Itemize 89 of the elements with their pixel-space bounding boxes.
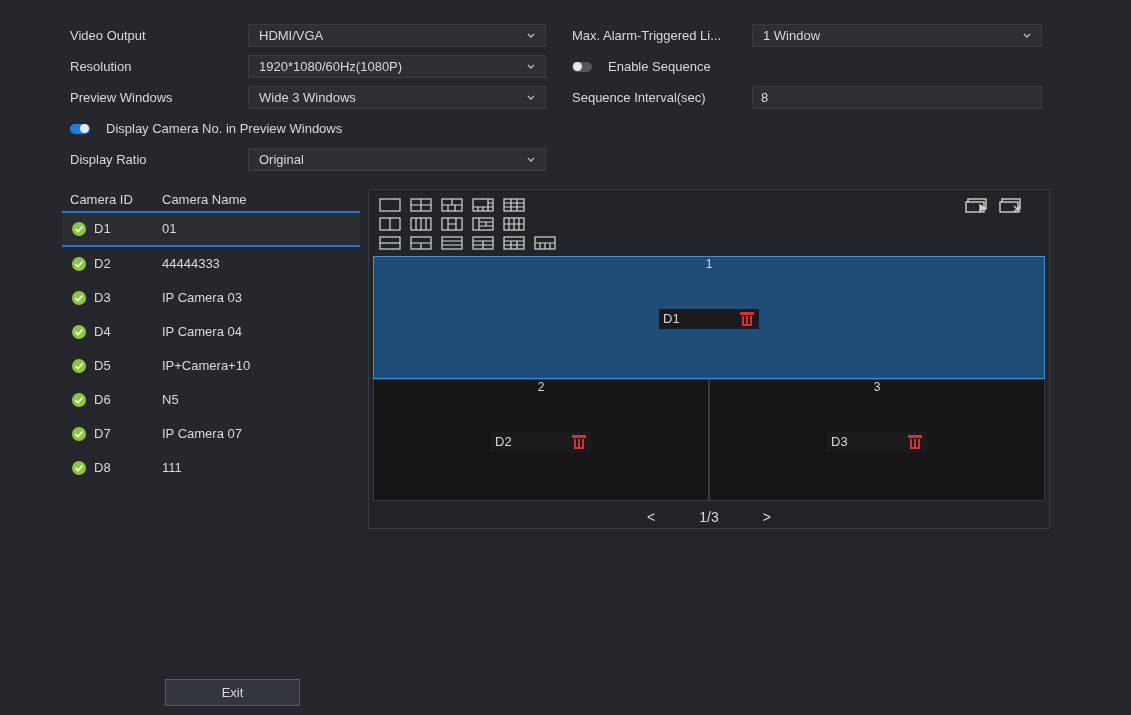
camera-row[interactable]: D4 IP Camera 04	[62, 315, 360, 349]
camera-row[interactable]: D2 44444333	[62, 247, 360, 281]
trash-icon[interactable]	[571, 434, 587, 449]
trash-icon[interactable]	[739, 312, 755, 326]
layout-grid-icon[interactable]	[410, 198, 432, 212]
layout-grid-icon[interactable]	[472, 217, 494, 231]
field-label: Preview Windows	[70, 88, 174, 107]
camera-name: IP Camera 03	[162, 289, 242, 308]
layout-grid-icon[interactable]	[441, 217, 463, 231]
field-label: Resolution	[70, 57, 133, 76]
camera-id: D3	[831, 432, 848, 451]
previous-page-button[interactable]: <	[643, 507, 660, 528]
chevron-down-icon	[1023, 33, 1031, 38]
camera-id: D8	[94, 459, 111, 478]
check-circle-icon	[72, 427, 86, 441]
check-circle-icon	[72, 461, 86, 475]
play-windows-icon[interactable]	[965, 198, 989, 213]
layout-grid-icon[interactable]	[410, 236, 432, 250]
camera-name: IP Camera 07	[162, 425, 242, 444]
layout-grid-icon[interactable]	[410, 217, 432, 231]
field-label: Display Ratio	[70, 150, 148, 169]
toggle-switch[interactable]	[70, 123, 90, 134]
window-number: 2	[537, 379, 545, 394]
field-label: Sequence Interval(sec)	[572, 88, 707, 107]
trash-icon[interactable]	[907, 434, 923, 449]
preview-window[interactable]: 2 D2	[373, 378, 709, 501]
column-header: Camera Name	[162, 191, 247, 210]
layout-grid-icon[interactable]	[534, 236, 556, 250]
layout-grid-icon[interactable]	[503, 236, 525, 250]
camera-id: D3	[94, 289, 111, 308]
camera-id: D5	[94, 357, 111, 376]
camera-row[interactable]: D5 IP+Camera+10	[62, 349, 360, 383]
layout-grid-icon[interactable]	[441, 198, 463, 212]
camera-id: D2	[495, 432, 512, 451]
check-circle-icon	[72, 359, 86, 373]
field-label: Max. Alarm-Triggered Li...	[572, 26, 723, 45]
camera-name: 44444333	[162, 255, 220, 274]
check-circle-icon	[72, 257, 86, 271]
page-indicator: 1/3	[699, 508, 719, 527]
camera-id: D1	[94, 220, 111, 239]
toggle-label: Display Camera No. in Preview Windows	[106, 119, 343, 138]
chevron-down-icon	[527, 33, 535, 38]
toggle-switch[interactable]	[572, 61, 592, 72]
check-circle-icon	[72, 325, 86, 339]
field-label: Video Output	[70, 26, 147, 45]
camera-name: 01	[162, 220, 177, 239]
dropdown[interactable]: 1 Window	[752, 24, 1042, 47]
check-circle-icon	[72, 222, 86, 236]
close-windows-icon[interactable]	[999, 198, 1023, 213]
preview-window[interactable]: 1 D1	[373, 256, 1045, 379]
chevron-down-icon	[527, 95, 535, 100]
toggle-label: Enable Sequence	[608, 57, 711, 76]
camera-row[interactable]: D7 IP Camera 07	[62, 417, 360, 451]
layout-grid-icon[interactable]	[379, 236, 401, 250]
chevron-down-icon	[527, 157, 535, 162]
layout-grid-icon[interactable]	[379, 217, 401, 231]
camera-id: D7	[94, 425, 111, 444]
window-number: 3	[873, 379, 881, 394]
input-field[interactable]: 8	[752, 86, 1042, 109]
camera-id: D1	[663, 310, 680, 329]
camera-row[interactable]: D8 111	[62, 451, 360, 485]
column-header: Camera ID	[69, 191, 134, 210]
next-page-button[interactable]: >	[758, 507, 775, 528]
preview-window[interactable]: 3 D3	[709, 378, 1045, 501]
layout-grid-icon[interactable]	[472, 236, 494, 250]
camera-row[interactable]: D3 IP Camera 03	[62, 281, 360, 315]
dropdown[interactable]: 1920*1080/60Hz(1080P)	[248, 55, 546, 78]
camera-id: D6	[94, 391, 111, 410]
layout-grid-icon[interactable]	[472, 198, 494, 212]
camera-name: N5	[162, 391, 179, 410]
dropdown[interactable]: HDMI/VGA	[248, 24, 546, 47]
layout-grid-icon[interactable]	[503, 198, 525, 212]
camera-name: 111	[162, 459, 182, 478]
camera-id: D4	[94, 323, 111, 342]
camera-id: D2	[94, 255, 111, 274]
layout-grid-icon[interactable]	[379, 198, 401, 212]
exit-button[interactable]: Exit	[165, 679, 300, 706]
camera-name: IP+Camera+10	[162, 357, 251, 376]
chevron-down-icon	[527, 64, 535, 69]
dropdown[interactable]: Wide 3 Windows	[248, 86, 546, 109]
layout-grid-icon[interactable]	[441, 236, 463, 250]
layout-grid-icon[interactable]	[503, 217, 525, 231]
camera-name: IP Camera 04	[162, 323, 242, 342]
camera-row[interactable]: D1 01	[62, 213, 360, 247]
check-circle-icon	[72, 291, 86, 305]
dropdown[interactable]: Original	[248, 148, 546, 171]
check-circle-icon	[72, 393, 86, 407]
window-number: 1	[705, 257, 713, 271]
camera-row[interactable]: D6 N5	[62, 383, 360, 417]
